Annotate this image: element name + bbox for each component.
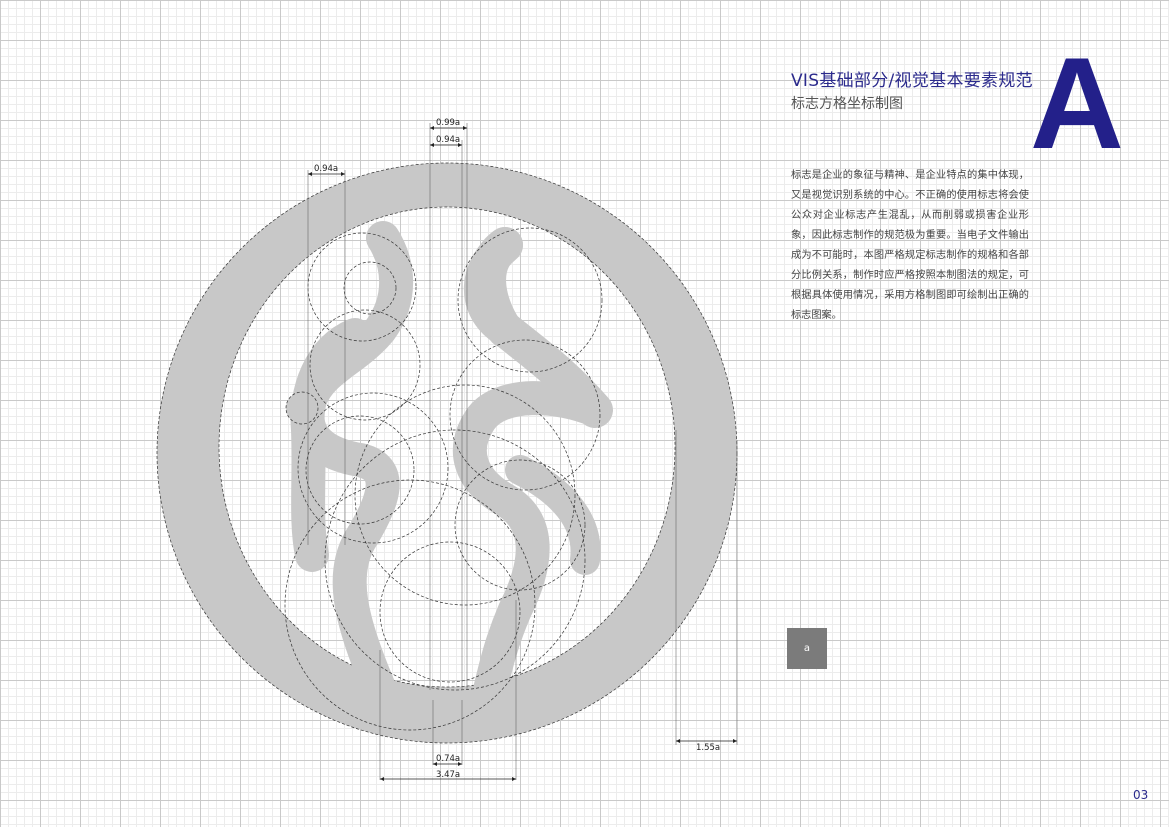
dim-label-bottom-074: 0.74a <box>436 754 460 764</box>
dim-label-bottom-347: 3.47a <box>436 770 460 780</box>
dim-label-top-099: 0.99a <box>436 118 460 128</box>
logo-grid-drawing: 0.99a 0.94a 0.94a 0.74a 3.47a 1.55a <box>156 118 738 781</box>
logo-ring <box>156 162 738 744</box>
dim-label-left-094: 0.94a <box>314 164 338 174</box>
logo-left-stroke <box>286 221 414 707</box>
dim-label-right-155: 1.55a <box>696 743 720 753</box>
logo-right-stroke <box>452 227 613 707</box>
dim-label-top-094: 0.94a <box>436 135 460 145</box>
